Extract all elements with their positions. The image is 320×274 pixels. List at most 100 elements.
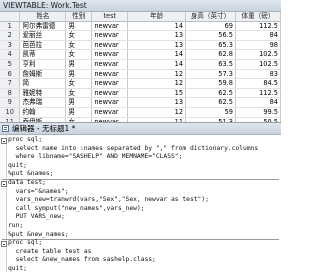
table-cell[interactable]: 69 [185, 21, 236, 32]
table-cell[interactable]: 12 [127, 107, 187, 118]
table-cell[interactable]: 13 [127, 30, 187, 41]
table-cell[interactable]: 约翰 [19, 107, 67, 118]
table-cell[interactable]: 84.5 [235, 78, 281, 89]
table-cell[interactable]: 女 [65, 30, 93, 41]
table-row[interactable]: 5 亨利男 newvar 14 63.5 102.5 [0, 59, 281, 70]
table-cell[interactable]: 男 [65, 21, 93, 32]
table-cell[interactable]: newvar [91, 69, 129, 80]
table-cell[interactable]: 56.5 [185, 30, 236, 41]
table-cell[interactable]: 14 [127, 21, 187, 32]
code-line[interactable]: select &new_names from sashelp.class; [8, 256, 156, 265]
table-row[interactable]: 3 芭芭拉女 newvar 13 65.3 98 [0, 40, 281, 51]
row-number: 5 [0, 59, 21, 70]
code-line[interactable]: vars_new=tranwrd(vars,"Sex","Sex, newvar… [8, 196, 209, 205]
editor-window[interactable]: 编辑器 - 无标题1 * proc sql; select name into … [0, 123, 281, 272]
column-header[interactable]: 性别 [65, 12, 93, 22]
collapse-toggle-icon[interactable] [1, 240, 7, 247]
table-cell[interactable]: 84 [235, 30, 281, 41]
table-row[interactable]: 1 阿尔弗雷德男 newvar 14 69 112.5 [0, 21, 281, 32]
table-cell[interactable]: newvar [91, 40, 129, 51]
table-cell[interactable]: newvar [91, 21, 129, 32]
table-cell[interactable]: 男 [65, 97, 93, 108]
table-cell[interactable]: 男 [65, 107, 93, 118]
table-row[interactable]: 8 雅妮特女 newvar 15 62.5 112.5 [0, 88, 281, 99]
column-header[interactable]: 身高（英寸） [185, 12, 236, 22]
table-cell[interactable]: 阿尔弗雷德 [19, 21, 67, 32]
table-cell[interactable]: 男 [65, 69, 93, 80]
table-cell[interactable]: 112.5 [235, 21, 281, 32]
column-header[interactable]: 姓名 [19, 12, 67, 22]
table-cell[interactable]: newvar [91, 88, 129, 99]
table-cell[interactable]: 62.5 [185, 88, 236, 99]
code-line[interactable]: data test; [8, 179, 46, 188]
table-row[interactable]: 2 爱丽丝女 newvar 13 56.5 84 [0, 30, 281, 41]
table-cell[interactable]: 12 [127, 69, 187, 80]
table-cell[interactable]: 简 [19, 78, 67, 89]
table-cell[interactable]: newvar [91, 97, 129, 108]
dataset-table[interactable]: 姓名 性别 test 年龄 身高（英寸） 体重（磅） 1 阿尔弗雷德男 newvar 14 69 1… [0, 12, 281, 122]
collapse-toggle-icon[interactable] [1, 180, 7, 187]
code-line[interactable]: select name into :names separated by ","… [8, 145, 259, 154]
table-cell[interactable]: 112.5 [235, 88, 281, 99]
code-line[interactable]: proc sql; [8, 239, 42, 248]
table-cell[interactable]: 杰弗瑞 [19, 97, 67, 108]
column-header[interactable] [0, 12, 21, 22]
table-cell[interactable]: 13 [127, 97, 187, 108]
viewtable-window[interactable]: VIEWTABLE: Work.Test 姓名 性别 test 年龄 身高（英寸） 体重（… [0, 0, 281, 123]
table-cell[interactable]: 102.5 [235, 49, 281, 60]
code-editor[interactable]: proc sql; select name into :names separa… [0, 135, 281, 272]
code-line[interactable]: create table test as [8, 248, 92, 257]
table-cell[interactable]: 62.8 [185, 49, 236, 60]
table-cell[interactable]: 98 [235, 40, 281, 51]
table-cell[interactable]: 63.5 [185, 59, 236, 70]
table-cell[interactable]: 女 [65, 88, 93, 99]
table-cell[interactable]: newvar [91, 30, 129, 41]
table-cell[interactable]: 男 [65, 59, 93, 70]
table-cell[interactable]: 102.5 [235, 59, 281, 70]
table-cell[interactable]: 13 [127, 40, 187, 51]
column-header[interactable]: test [91, 12, 129, 22]
table-cell[interactable]: 59 [185, 107, 236, 118]
table-cell[interactable]: newvar [91, 78, 129, 89]
table-cell[interactable]: 14 [127, 59, 187, 70]
code-line[interactable]: quit; [8, 265, 27, 274]
table-cell[interactable]: 59.8 [185, 78, 236, 89]
table-cell[interactable]: 女 [65, 49, 93, 60]
code-line[interactable]: call symput("new_names",vars_new); [8, 205, 145, 214]
table-cell[interactable]: 15 [127, 88, 187, 99]
code-line[interactable]: vars="&names"; [8, 188, 69, 197]
table-cell[interactable]: 爱丽丝 [19, 30, 67, 41]
table-cell[interactable]: 雅妮特 [19, 88, 67, 99]
table-cell[interactable]: 83 [235, 69, 281, 80]
code-line[interactable]: run; [8, 222, 23, 231]
table-row[interactable]: 9 杰弗瑞男 newvar 13 62.5 84 [0, 97, 281, 108]
table-cell[interactable]: 57.3 [185, 69, 236, 80]
table-cell[interactable]: 女 [65, 40, 93, 51]
code-line[interactable]: where libname="SASHELP" AND MEMNAME="CLA… [8, 153, 183, 162]
table-cell[interactable]: 亨利 [19, 59, 67, 70]
table-cell[interactable]: 詹姆斯 [19, 69, 67, 80]
table-cell[interactable]: 84 [235, 97, 281, 108]
table-cell[interactable]: 65.3 [185, 40, 236, 51]
collapse-toggle-icon[interactable] [1, 137, 7, 144]
table-row[interactable]: 6 詹姆斯男 newvar 12 57.3 83 [0, 69, 281, 80]
table-row[interactable]: 7 简女 newvar 12 59.8 84.5 [0, 78, 281, 89]
table-row[interactable]: 10 约翰男 newvar 12 59 99.5 [0, 107, 281, 118]
table-cell[interactable]: 99.5 [235, 107, 281, 118]
table-cell[interactable]: 凯蒂 [19, 49, 67, 60]
table-cell[interactable]: 14 [127, 49, 187, 60]
table-cell[interactable]: 12 [127, 78, 187, 89]
code-line[interactable]: quit; [8, 162, 27, 171]
table-cell[interactable]: 芭芭拉 [19, 40, 67, 51]
code-line[interactable]: PUT VARS_new; [8, 213, 65, 222]
table-cell[interactable]: 女 [65, 78, 93, 89]
column-header[interactable]: 体重（磅） [235, 12, 281, 22]
code-line[interactable]: proc sql; [8, 136, 42, 145]
table-cell[interactable]: 62.5 [185, 97, 236, 108]
column-header[interactable]: 年龄 [127, 12, 187, 22]
table-row[interactable]: 4 凯蒂女 newvar 14 62.8 102.5 [0, 49, 281, 60]
table-cell[interactable]: newvar [91, 49, 129, 60]
step-separator [2, 238, 279, 240]
table-cell[interactable]: newvar [91, 59, 129, 70]
table-cell[interactable]: newvar [91, 107, 129, 118]
